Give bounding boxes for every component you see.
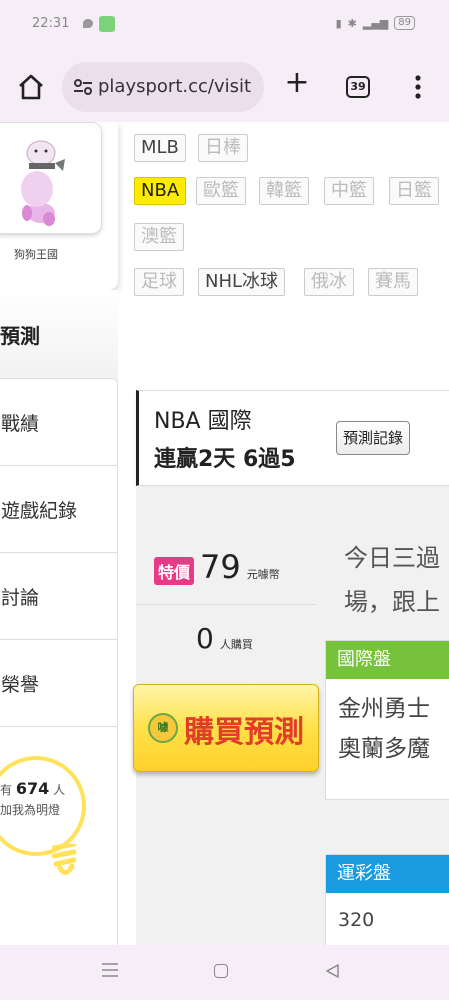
page-content: 狗狗王國 預測 戰績 遊戲紀錄 討論 榮譽 有 674 人 加我為明燈 MLB … (0, 122, 449, 945)
intl-odds-panel: 國際盤 金州勇士 奧蘭多魔 (325, 640, 449, 800)
avatar[interactable] (0, 122, 102, 234)
team-name: 奧蘭多魔 (338, 736, 430, 762)
description-line: 今日三過 (344, 544, 440, 572)
sidebar-item-label: 戰績 (1, 412, 40, 435)
status-icons: ▮ ✱ ▂▄▆ 89 (336, 16, 415, 30)
avatar-image (21, 140, 65, 226)
league-tag-russia-hockey: 俄冰 (304, 268, 354, 296)
fans-unit: 人 (53, 783, 66, 797)
sidebar-item-game-log[interactable]: 遊戲紀錄 (0, 466, 117, 553)
description-line: 場，跟上 (344, 588, 440, 616)
status-bar: 22:31 ▮ ✱ ▂▄▆ 89 (0, 0, 449, 52)
buyers-count: 0 (196, 622, 214, 655)
site-settings-icon[interactable] (72, 76, 94, 98)
sidebar-item-label: 榮譽 (1, 673, 40, 696)
sidebar-item-record[interactable]: 戰績 (0, 379, 117, 466)
lottery-odds-value: 320 (338, 909, 375, 931)
price-unit: 元噱幣 (246, 568, 280, 581)
lottery-odds-panel: 運彩盤 320 (325, 854, 449, 945)
league-tag-china-basketball: 中籃 (324, 177, 374, 205)
league-tag-euro-basketball: 歐籃 (196, 177, 246, 205)
home-icon[interactable] (16, 72, 46, 102)
sidebar-item-label: 遊戲紀錄 (1, 499, 78, 522)
prediction-header: NBA 國際 連贏2天 6過5 預測記錄 (136, 390, 449, 486)
lottery-odds-title: 運彩盤 (326, 855, 449, 893)
sidebar-item-label: 討論 (1, 586, 40, 609)
address-bar[interactable]: playsport.cc/visit (62, 62, 264, 112)
sidebar-item-discussion[interactable]: 討論 (0, 553, 117, 640)
more-menu-icon[interactable] (408, 74, 428, 100)
fans-suffix: 加我為明燈 (0, 803, 61, 817)
coin-icon: 噱 (148, 713, 178, 743)
fans-prefix: 有 (0, 783, 13, 797)
price-row: 特價 79 元噱幣 (154, 548, 280, 586)
league-tag-nba[interactable]: NBA (134, 177, 187, 205)
league-tag-australia-basketball: 澳籃 (134, 223, 184, 251)
league-tag-nhl[interactable]: NHL冰球 (198, 268, 286, 296)
league-tag-korea-basketball: 韓籃 (259, 177, 309, 205)
fans-text: 有 674 人 加我為明燈 (0, 779, 65, 820)
fans-count: 674 (15, 779, 50, 798)
status-time: 22:31 (32, 16, 70, 31)
team-name: 金州勇士 (338, 696, 430, 722)
buyers-unit: 人購買 (219, 638, 253, 651)
prediction-description: 今日三過 場，跟上 (344, 536, 440, 624)
buy-prediction-label: 購買預測 (184, 715, 304, 750)
league-tag-mlb[interactable]: MLB (134, 134, 186, 162)
app-notification-icon (99, 16, 115, 32)
chat-notification-icon (83, 19, 93, 28)
intl-odds-title: 國際盤 (326, 641, 449, 679)
vibrate-icon: ▮ (335, 16, 342, 30)
system-nav-bar (0, 945, 449, 1000)
url-text: playsport.cc/visit (98, 76, 252, 97)
bluetooth-icon: ✱ (347, 16, 357, 30)
intl-odds-teams: 金州勇士 奧蘭多魔 (326, 679, 449, 769)
signal-icon: ▂▄▆ (362, 16, 389, 30)
price-divider (136, 604, 316, 605)
home-nav-icon[interactable] (214, 964, 228, 978)
league-tag-soccer: 足球 (134, 268, 184, 296)
league-tag-japan-basketball: 日籃 (389, 177, 439, 205)
avatar-name: 狗狗王國 (14, 248, 58, 261)
new-tab-icon[interactable]: + (282, 68, 312, 98)
league-tag-horse-racing: 賽馬 (368, 268, 418, 296)
buy-prediction-button[interactable]: 噱 購買預測 (133, 684, 319, 772)
lightbulb-base-icon (52, 844, 77, 875)
price-value: 79 (200, 548, 241, 586)
browser-toolbar: playsport.cc/visit + 39 (0, 52, 449, 122)
back-icon[interactable] (324, 963, 340, 979)
section-title: 預測 (0, 324, 40, 348)
league-tag-npb: 日棒 (198, 134, 248, 162)
tab-switcher-button[interactable]: 39 (346, 76, 370, 98)
buyers-row: 0 人購買 (196, 622, 253, 655)
sidebar-item-honor[interactable]: 榮譽 (0, 640, 117, 727)
battery-icon: 89 (394, 16, 415, 30)
prediction-league: NBA 國際 (154, 409, 252, 434)
prediction-history-button[interactable]: 預測記錄 (336, 421, 411, 455)
special-price-badge: 特價 (154, 557, 195, 585)
prediction-streak: 連贏2天 6過5 (154, 447, 296, 472)
recent-apps-icon[interactable] (102, 963, 118, 977)
